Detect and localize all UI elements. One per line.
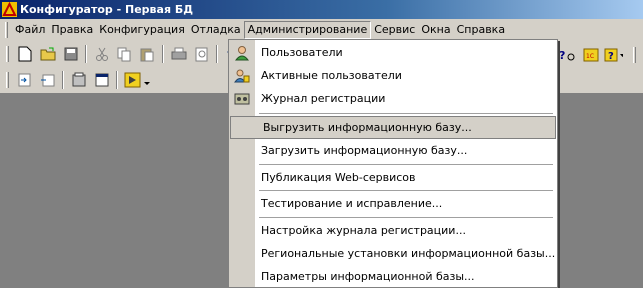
about-1c-icon[interactable]: 1C <box>581 45 600 64</box>
svg-text:1C: 1C <box>586 53 594 60</box>
cut-icon[interactable] <box>92 45 111 64</box>
export-icon-placeholder <box>231 116 257 139</box>
preview-icon[interactable] <box>192 45 211 64</box>
toolbar-separator <box>116 71 118 89</box>
menu-item-import-infobase[interactable]: Загрузить информационную базу... <box>229 139 557 162</box>
new-file-icon[interactable] <box>15 45 34 64</box>
menu-edit[interactable]: Правка <box>48 21 96 39</box>
menu-file[interactable]: Файл <box>12 21 48 39</box>
menu-item-web-services[interactable]: Публикация Web-сервисов <box>229 166 557 189</box>
toolbar-grip[interactable] <box>6 72 9 88</box>
menu-separator <box>259 190 553 191</box>
window-title: Конфигуратор - Первая БД <box>20 3 194 16</box>
administration-menu: Пользователи Активные пользователи Журна… <box>228 39 558 288</box>
menu-separator <box>259 113 553 114</box>
menu-help[interactable]: Справка <box>454 21 508 39</box>
menu-separator <box>259 217 553 218</box>
menu-item-export-infobase[interactable]: Выгрузить информационную базу... <box>230 116 556 139</box>
app-logo-icon <box>2 1 17 17</box>
menubar-grip[interactable] <box>5 22 8 38</box>
menu-item-infobase-params[interactable]: Параметры информационной базы... <box>229 265 557 288</box>
help-dropdown-icon[interactable]: ? <box>604 45 623 64</box>
load-config-icon[interactable] <box>15 71 34 90</box>
menu-debug[interactable]: Отладка <box>188 21 244 39</box>
database-icon[interactable] <box>69 71 88 90</box>
svg-text:?: ? <box>608 51 614 62</box>
toolbar-grip[interactable] <box>6 46 9 62</box>
menu-item-users[interactable]: Пользователи <box>229 41 557 64</box>
help-search-icon[interactable]: ? <box>558 45 577 64</box>
toolbar-separator <box>216 45 218 63</box>
paste-icon[interactable] <box>138 45 157 64</box>
save-config-icon[interactable] <box>38 71 57 90</box>
svg-text:?: ? <box>559 49 565 62</box>
user-icon <box>229 41 255 64</box>
menu-separator <box>259 164 553 165</box>
menu-item-test-repair[interactable]: Тестирование и исправление... <box>229 192 557 215</box>
save-icon[interactable] <box>61 45 80 64</box>
menu-service[interactable]: Сервис <box>371 21 418 39</box>
menu-administration[interactable]: Администрирование <box>243 21 372 39</box>
toolbar-separator <box>62 71 64 89</box>
menu-windows[interactable]: Окна <box>418 21 453 39</box>
window-icon[interactable] <box>92 71 111 90</box>
menu-item-active-users[interactable]: Активные пользователи <box>229 64 557 87</box>
menu-configuration[interactable]: Конфигурация <box>96 21 188 39</box>
menu-bar: Файл Правка Конфигурация Отладка Админис… <box>0 19 643 41</box>
title-bar: Конфигуратор - Первая БД <box>0 0 643 19</box>
menu-item-event-log[interactable]: Журнал регистрации <box>229 87 557 110</box>
open-folder-icon[interactable] <box>38 45 57 64</box>
copy-icon[interactable] <box>115 45 134 64</box>
toolbar-separator <box>85 45 87 63</box>
log-icon <box>229 87 255 110</box>
run-debug-icon[interactable] <box>123 71 153 90</box>
right-toolbar-group: ? 1C ? <box>556 45 640 64</box>
menu-item-regional-settings[interactable]: Региональные установки информационной ба… <box>229 242 557 265</box>
active-users-icon <box>229 64 255 87</box>
menu-item-log-settings[interactable]: Настройка журнала регистрации... <box>229 219 557 242</box>
toolbar-separator <box>162 45 164 63</box>
toolbar-grip[interactable] <box>633 46 636 63</box>
print-icon[interactable] <box>169 45 188 64</box>
